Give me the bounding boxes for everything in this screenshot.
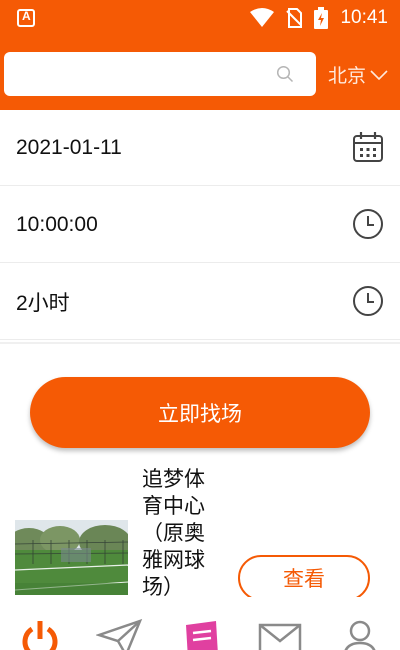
user-icon xyxy=(344,620,376,650)
venue-photo[interactable] xyxy=(15,520,128,595)
clock-icon[interactable] xyxy=(352,208,384,240)
tab-profile[interactable] xyxy=(320,597,400,650)
tab-home[interactable] xyxy=(0,597,80,650)
header-bar: 北京 xyxy=(0,36,400,110)
venue-name: 追梦体育中心（原奥雅网球场） xyxy=(142,467,205,597)
wifi-icon xyxy=(250,8,275,27)
time-field[interactable]: 10:00:00 xyxy=(0,187,400,263)
city-label: 北京 xyxy=(328,65,367,87)
section-divider xyxy=(0,342,400,344)
tab-send[interactable] xyxy=(80,597,160,650)
calendar-icon[interactable] xyxy=(352,131,384,163)
search-input[interactable] xyxy=(16,60,266,88)
date-field[interactable]: 2021-01-11 xyxy=(0,110,400,186)
find-venue-button[interactable]: 立即找场 xyxy=(30,377,370,448)
power-icon xyxy=(22,621,58,650)
tab-documents[interactable] xyxy=(160,597,240,650)
time-value: 10:00:00 xyxy=(16,212,98,236)
app-notification-icon xyxy=(17,9,35,27)
no-sim-icon xyxy=(286,8,303,28)
send-icon xyxy=(96,619,143,650)
tab-messages[interactable] xyxy=(240,597,320,650)
chevron-down-icon xyxy=(370,69,388,80)
date-value: 2021-01-11 xyxy=(16,135,122,159)
city-selector[interactable]: 北京 xyxy=(328,61,388,88)
status-bar: 10:41 xyxy=(0,0,400,36)
search-icon[interactable] xyxy=(276,65,294,83)
duration-field[interactable]: 2小时 xyxy=(0,264,400,340)
duration-value: 2小时 xyxy=(16,291,70,315)
document-icon xyxy=(186,621,218,650)
battery-charging-icon xyxy=(314,7,329,29)
status-icons: 10:41 xyxy=(250,6,388,30)
clock-icon[interactable] xyxy=(352,285,384,317)
view-button[interactable]: 查看 xyxy=(238,555,370,597)
tab-bar xyxy=(0,597,400,650)
search-box[interactable] xyxy=(4,52,316,96)
venue-card[interactable]: 追梦体育中心（原奥雅网球场） 查看 xyxy=(0,462,400,597)
mail-icon xyxy=(258,623,302,650)
status-time: 10:41 xyxy=(340,7,388,28)
